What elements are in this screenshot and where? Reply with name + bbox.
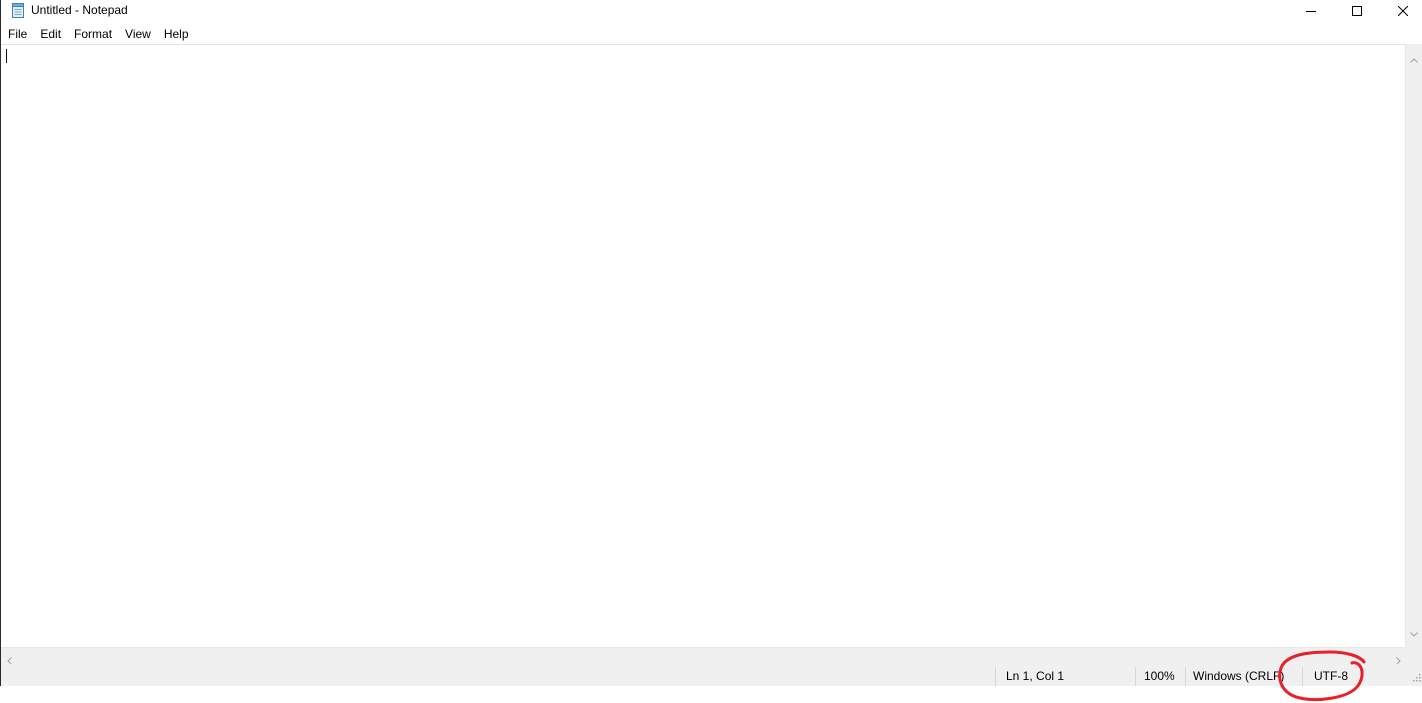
- maximize-icon: [1352, 6, 1362, 16]
- close-button[interactable]: [1380, 0, 1422, 22]
- status-encoding: UTF-8: [1302, 667, 1406, 686]
- close-icon: [1398, 6, 1408, 16]
- menu-edit[interactable]: Edit: [33, 25, 67, 44]
- menu-help[interactable]: Help: [157, 25, 195, 44]
- status-cursor-position: Ln 1, Col 1: [995, 667, 1135, 686]
- scroll-down-icon[interactable]: [1410, 624, 1418, 642]
- notepad-window: Untitled - Notepad File Edit Format View…: [0, 0, 1422, 686]
- horizontal-scrollbar[interactable]: [1, 647, 1405, 665]
- notepad-icon: [11, 3, 25, 18]
- text-caret: [6, 49, 7, 63]
- text-editor[interactable]: [1, 44, 1405, 647]
- menu-bar: File Edit Format View Help: [1, 25, 1422, 44]
- menu-file[interactable]: File: [1, 25, 33, 44]
- menu-format[interactable]: Format: [67, 25, 118, 44]
- status-zoom: 100%: [1135, 667, 1185, 686]
- scrollbar-corner: [1405, 647, 1422, 664]
- minimize-icon: [1306, 11, 1316, 12]
- vertical-scrollbar[interactable]: [1405, 44, 1422, 647]
- window-title: Untitled - Notepad: [31, 3, 128, 17]
- scroll-up-icon[interactable]: [1410, 50, 1418, 68]
- status-bar: Ln 1, Col 1 100% Windows (CRLF) UTF-8: [1, 664, 1422, 686]
- title-bar[interactable]: Untitled - Notepad: [1, 0, 1422, 22]
- resize-grip-icon[interactable]: [1413, 671, 1421, 685]
- maximize-button[interactable]: [1334, 0, 1380, 22]
- status-line-ending: Windows (CRLF): [1185, 667, 1302, 686]
- minimize-button[interactable]: [1288, 0, 1334, 22]
- menu-view[interactable]: View: [118, 25, 157, 44]
